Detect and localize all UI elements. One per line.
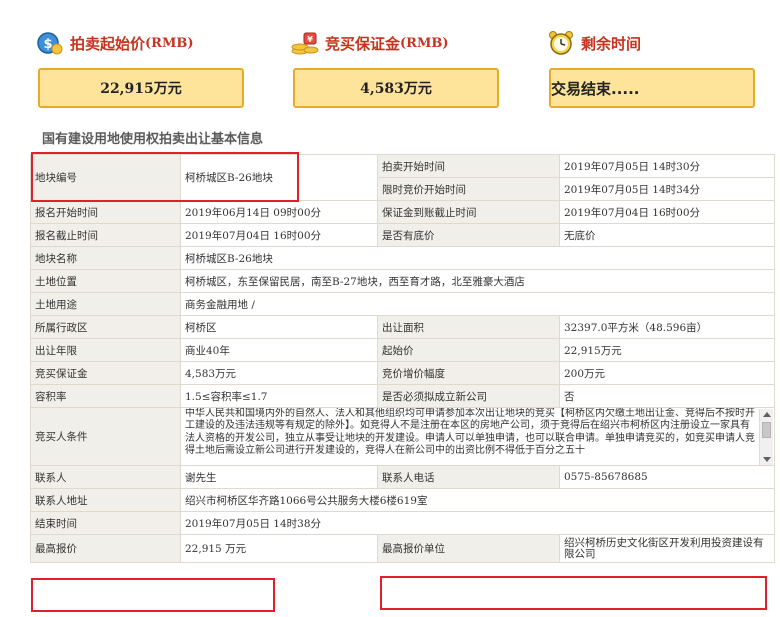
signup-start-value: 2019年06月14日 09时00分 <box>180 200 378 224</box>
start-price-title: $ 拍卖起始价 (RMB) <box>36 30 194 56</box>
conditions-text: 中华人民共和国境内外的自然人、法人和其他组织均可申请参加本次出让地块的竞买【柯桥… <box>185 408 755 456</box>
land-use-label: 土地用途 <box>30 292 181 316</box>
table-row: 最高报价 22,915 万元 最高报价单位 绍兴柯桥历史文化街区开发利用投资建设… <box>30 534 775 563</box>
start-price-row-value: 22,915万元 <box>559 338 775 362</box>
auction-detail-panel: $ 拍卖起始价 (RMB) 22,915万元 ¥ 竞买保证金 (RMB) 4,5… <box>14 8 775 614</box>
area-value: 32397.0平方米（48.596亩） <box>559 315 775 339</box>
table-row: 报名截止时间 2019年07月04日 16时00分 是否有底价 无底价 <box>30 223 775 247</box>
highlight-top-bidder <box>380 576 767 610</box>
address-value: 绍兴市柯桥区华齐路1066号公共服务大楼6楼619室 <box>180 488 775 512</box>
conditions-label: 竞买人条件 <box>30 407 181 466</box>
coin-stack-icon: ¥ <box>291 30 319 56</box>
conditions-scrollbar[interactable] <box>759 409 773 465</box>
alarm-clock-icon <box>547 30 575 56</box>
table-row: 所属行政区 柯桥区 出让面积 32397.0平方米（48.596亩） <box>30 315 775 339</box>
remaining-time-title: 剩余时间 <box>547 30 641 56</box>
deposit-value: 4,583万元 <box>293 68 499 108</box>
table-row: 出让年限 商业40年 起始价 22,915万元 <box>30 338 775 362</box>
deposit-deadline-label: 保证金到账截止时间 <box>377 200 560 224</box>
land-use-value: 商务金融用地 / <box>180 292 775 316</box>
table-row: 联系人地址 绍兴市柯桥区华齐路1066号公共服务大楼6楼619室 <box>30 488 775 512</box>
table-row: 竞买保证金 4,583万元 竞价增价幅度 200万元 <box>30 361 775 385</box>
top-bidder-value: 绍兴柯桥历史文化街区开发利用投资建设有限公司 <box>559 534 775 563</box>
term-label: 出让年限 <box>30 338 181 362</box>
deposit-summary: ¥ 竞买保证金 (RMB) 4,583万元 <box>291 8 531 118</box>
svg-text:¥: ¥ <box>307 35 313 44</box>
start-price-value: 22,915万元 <box>38 68 244 108</box>
far-label: 容积率 <box>30 384 181 408</box>
remaining-time-label: 剩余时间 <box>581 34 642 53</box>
end-time-label: 结束时间 <box>30 511 181 535</box>
start-price-label: 拍卖起始价 <box>70 34 146 53</box>
parcel-no-label: 地块编号 <box>30 154 181 201</box>
auction-summary: $ 拍卖起始价 (RMB) 22,915万元 ¥ 竞买保证金 (RMB) 4,5… <box>14 8 774 118</box>
phone-value: 0575-85678685 <box>559 465 775 489</box>
phone-label: 联系人电话 <box>377 465 560 489</box>
table-row: 容积率 1.5≤容积率≤1.7 是否必须拟成立新公司 否 <box>30 384 775 408</box>
svg-text:$: $ <box>43 37 52 52</box>
top-bid-label: 最高报价 <box>30 534 181 563</box>
remaining-time-value: 交易结束..... <box>549 68 755 108</box>
scroll-up-icon[interactable] <box>763 412 771 417</box>
new-company-label: 是否必须拟成立新公司 <box>377 384 560 408</box>
increment-value: 200万元 <box>559 361 775 385</box>
start-price-summary: $ 拍卖起始价 (RMB) 22,915万元 <box>36 8 276 118</box>
table-row: 联系人 谢先生 联系人电话 0575-85678685 <box>30 465 775 489</box>
top-bid-value: 22,915 万元 <box>180 534 378 563</box>
conditions-cell: 中华人民共和国境内外的自然人、法人和其他组织均可申请参加本次出让地块的竞买【柯桥… <box>180 407 775 466</box>
address-label: 联系人地址 <box>30 488 181 512</box>
deposit-row-value: 4,583万元 <box>180 361 378 385</box>
start-price-unit: (RMB) <box>145 35 194 51</box>
deposit-unit: (RMB) <box>400 35 449 51</box>
contact-value: 谢先生 <box>180 465 378 489</box>
new-company-value: 否 <box>559 384 775 408</box>
deposit-label: 竞买保证金 <box>325 34 401 53</box>
table-row: 结束时间 2019年07月05日 14时38分 <box>30 511 775 535</box>
signup-start-label: 报名开始时间 <box>30 200 181 224</box>
table-row: 报名开始时间 2019年06月14日 09时00分 保证金到账截止时间 2019… <box>30 200 775 224</box>
term-value: 商业40年 <box>180 338 378 362</box>
area-label: 出让面积 <box>377 315 560 339</box>
increment-label: 竞价增价幅度 <box>377 361 560 385</box>
section-title: 国有建设用地使用权拍卖出让基本信息 <box>42 132 264 147</box>
scroll-down-icon[interactable] <box>763 457 771 462</box>
top-bidder-label: 最高报价单位 <box>377 534 560 563</box>
highlight-top-bid <box>31 578 275 612</box>
district-value: 柯桥区 <box>180 315 378 339</box>
auction-start-label: 拍卖开始时间 <box>377 154 560 178</box>
money-coin-icon: $ <box>36 30 64 56</box>
location-value: 柯桥城区，东至保留民居，南至B-27地块，西至育才路，北至雅豪大酒店 <box>180 269 775 293</box>
table-row: 地块编号 柯桥城区B-26地块 拍卖开始时间 2019年07月05日 14时30… <box>30 154 775 201</box>
reserve-price-label: 是否有底价 <box>377 223 560 247</box>
table-row: 土地用途 商务金融用地 / <box>30 292 775 316</box>
deposit-row-label: 竞买保证金 <box>30 361 181 385</box>
parcel-no-value: 柯桥城区B-26地块 <box>180 154 378 201</box>
scroll-thumb[interactable] <box>762 422 771 438</box>
district-label: 所属行政区 <box>30 315 181 339</box>
parcel-name-value: 柯桥城区B-26地块 <box>180 246 775 270</box>
remaining-time-summary: 剩余时间 交易结束..... <box>547 8 780 118</box>
signup-end-label: 报名截止时间 <box>30 223 181 247</box>
parcel-name-label: 地块名称 <box>30 246 181 270</box>
bidding-start-value: 2019年07月05日 14时34分 <box>559 177 775 201</box>
table-row: 竞买人条件 中华人民共和国境内外的自然人、法人和其他组织均可申请参加本次出让地块… <box>30 407 775 466</box>
signup-end-value: 2019年07月04日 16时00分 <box>180 223 378 247</box>
bidding-start-label: 限时竞价开始时间 <box>377 177 560 201</box>
contact-label: 联系人 <box>30 465 181 489</box>
auction-start-value: 2019年07月05日 14时30分 <box>559 154 775 178</box>
start-price-row-label: 起始价 <box>377 338 560 362</box>
deposit-deadline-value: 2019年07月04日 16时00分 <box>559 200 775 224</box>
end-time-value: 2019年07月05日 14时38分 <box>180 511 775 535</box>
table-row: 地块名称 柯桥城区B-26地块 <box>30 246 775 270</box>
land-info-table: 地块编号 柯桥城区B-26地块 拍卖开始时间 2019年07月05日 14时30… <box>30 154 775 563</box>
reserve-price-value: 无底价 <box>559 223 775 247</box>
far-value: 1.5≤容积率≤1.7 <box>180 384 378 408</box>
location-label: 土地位置 <box>30 269 181 293</box>
deposit-title: ¥ 竞买保证金 (RMB) <box>291 30 449 56</box>
table-row: 土地位置 柯桥城区，东至保留民居，南至B-27地块，西至育才路，北至雅豪大酒店 <box>30 269 775 293</box>
